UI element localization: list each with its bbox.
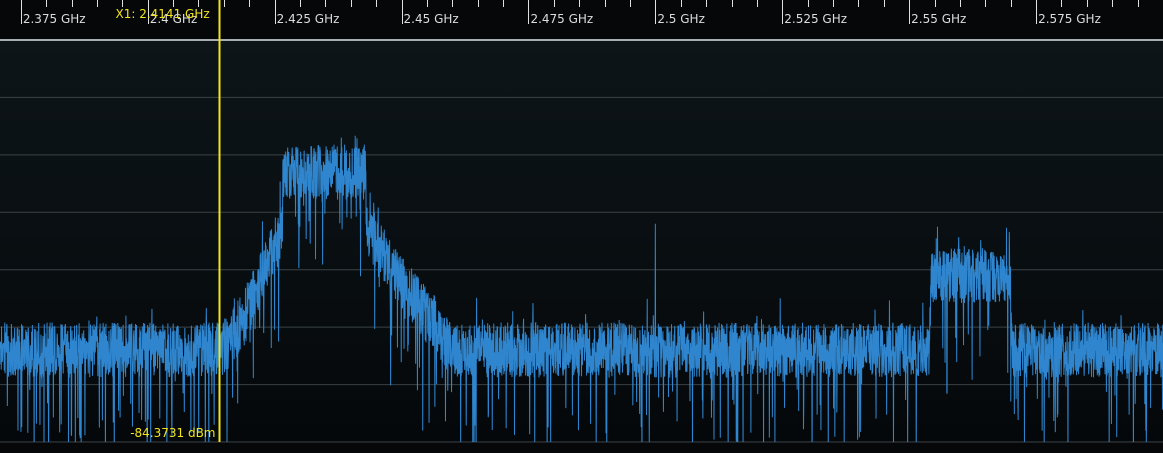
marker-x1-level-label: -84.3731 dBm [130, 426, 215, 440]
frequency-tick-label: 2.525 GHz [784, 12, 847, 26]
frequency-tick-label: 2.425 GHz [277, 12, 340, 26]
frequency-tick-label: 2.5 GHz [657, 12, 705, 26]
frequency-tick-label: 2.575 GHz [1038, 12, 1101, 26]
plot-area [0, 40, 1163, 442]
frequency-tick-label: 2.375 GHz [23, 12, 86, 26]
spectrum-analyzer: 2.375 GHz 2.4 GHz 2.425 GHz 2.45 GHz 2.475 G… [0, 0, 1163, 453]
frequency-tick-label: 2.55 GHz [911, 12, 966, 26]
marker-x1-frequency-label: X1: 2.4141 GHz [116, 7, 210, 21]
frequency-tick-label: 2.45 GHz [404, 12, 459, 26]
frequency-tick-label: 2.475 GHz [530, 12, 593, 26]
